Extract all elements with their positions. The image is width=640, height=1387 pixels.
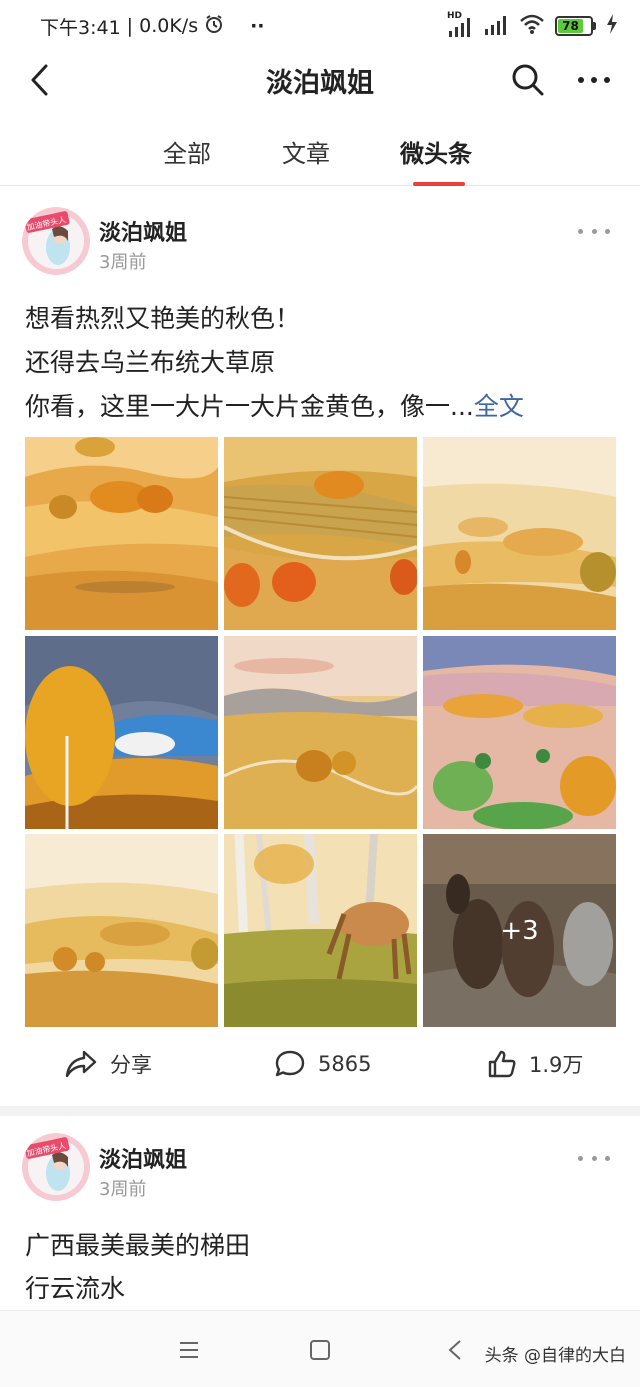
search-icon [512, 64, 544, 96]
image-grid: +3 [25, 437, 616, 1027]
share-icon [65, 1050, 97, 1078]
menu-icon [180, 1342, 198, 1358]
more-notifications-icon: ·· [250, 15, 265, 37]
post-text-line: 想看热烈又艳美的秋色！ [25, 304, 301, 333]
back-button[interactable] [20, 60, 60, 100]
battery-level: 78 [558, 19, 583, 33]
post-text-line: 还得去乌兰布统大草原 [25, 348, 276, 377]
grid-photo-more[interactable]: +3 [423, 834, 616, 1027]
more-options-button[interactable] [572, 60, 616, 100]
title-bar: 淡泊飒姐 [0, 52, 640, 108]
post-menu-button[interactable] [578, 1148, 610, 1168]
share-label: 分享 [110, 1053, 152, 1077]
read-more-link[interactable]: 全文 [474, 392, 524, 421]
comment-button[interactable]: 5865 [274, 1044, 371, 1084]
page-title: 淡泊飒姐 [266, 67, 374, 99]
author-avatar[interactable]: 加油带头人 [22, 207, 90, 275]
grid-photo[interactable] [25, 834, 218, 1027]
wifi-icon [519, 13, 545, 40]
status-bar: 下午3:41 | 0.0K/s ·· HD 78 [0, 0, 640, 52]
grid-photo[interactable] [224, 834, 417, 1027]
post-text-line: 你看，这里一大片一大片金黄色，像一... [25, 392, 474, 421]
search-button[interactable] [508, 60, 548, 100]
post-card: 加油带头人 淡泊飒姐 3周前 广西最美最美的梯田 行云流水 [0, 1116, 640, 1310]
comment-icon [275, 1050, 305, 1077]
nav-back-button[interactable] [440, 1335, 470, 1365]
battery-icon: 78 [555, 16, 596, 36]
tab-all[interactable]: 全部 [163, 134, 211, 169]
author-name[interactable]: 淡泊飒姐 [99, 215, 187, 247]
grid-photo[interactable] [423, 437, 616, 630]
charging-icon [606, 13, 618, 39]
back-triangle-icon [448, 1340, 461, 1360]
post-menu-button[interactable] [578, 221, 610, 241]
network-speed: | 0.0K/s [126, 15, 199, 37]
status-time: 下午3:41 [40, 16, 121, 39]
more-images-count: +3 [500, 915, 539, 946]
post-text-line-last: 你看，这里一大片一大片金黄色，像一...全文 [25, 387, 524, 423]
like-button[interactable]: 1.9万 [487, 1044, 583, 1084]
post-time: 3周前 [99, 1179, 147, 1200]
share-button[interactable]: 分享 [64, 1044, 152, 1084]
status-left: 下午3:41 | 0.0K/s ·· [40, 13, 447, 40]
comment-count: 5865 [318, 1052, 372, 1076]
profile-tabs: 全部 文章 微头条 [0, 120, 640, 186]
status-right: HD 78 [447, 11, 618, 40]
post-divider [0, 1106, 640, 1116]
signal-icon [483, 13, 509, 40]
tab-articles[interactable]: 文章 [282, 134, 330, 169]
post-text-line: 广西最美最美的梯田 [25, 1231, 251, 1260]
post-text-line: 行云流水 [25, 1274, 126, 1303]
author-avatar[interactable]: 加油带头人 [22, 1133, 90, 1201]
system-nav-bar: 头条 @自律的大白 [0, 1310, 640, 1387]
hd-signal-icon: HD [447, 11, 473, 37]
more-dots-icon [578, 77, 610, 83]
alarm-icon [204, 14, 224, 39]
grid-photo[interactable] [25, 636, 218, 829]
watermark: 头条 @自律的大白 [484, 1346, 626, 1366]
grid-photo[interactable] [423, 636, 616, 829]
grid-photo[interactable] [25, 437, 218, 630]
tab-micro-headlines[interactable]: 微头条 [400, 134, 472, 169]
grid-photo[interactable] [224, 437, 417, 630]
back-arrow-icon [31, 64, 48, 96]
post-time: 3周前 [99, 252, 147, 273]
like-count: 1.9万 [529, 1053, 584, 1077]
author-name[interactable]: 淡泊飒姐 [99, 1142, 187, 1174]
nav-home-button[interactable] [305, 1335, 335, 1365]
home-square-icon [310, 1340, 330, 1360]
thumbs-up-icon [488, 1050, 516, 1078]
nav-menu-button[interactable] [174, 1335, 204, 1365]
grid-photo[interactable] [224, 636, 417, 829]
